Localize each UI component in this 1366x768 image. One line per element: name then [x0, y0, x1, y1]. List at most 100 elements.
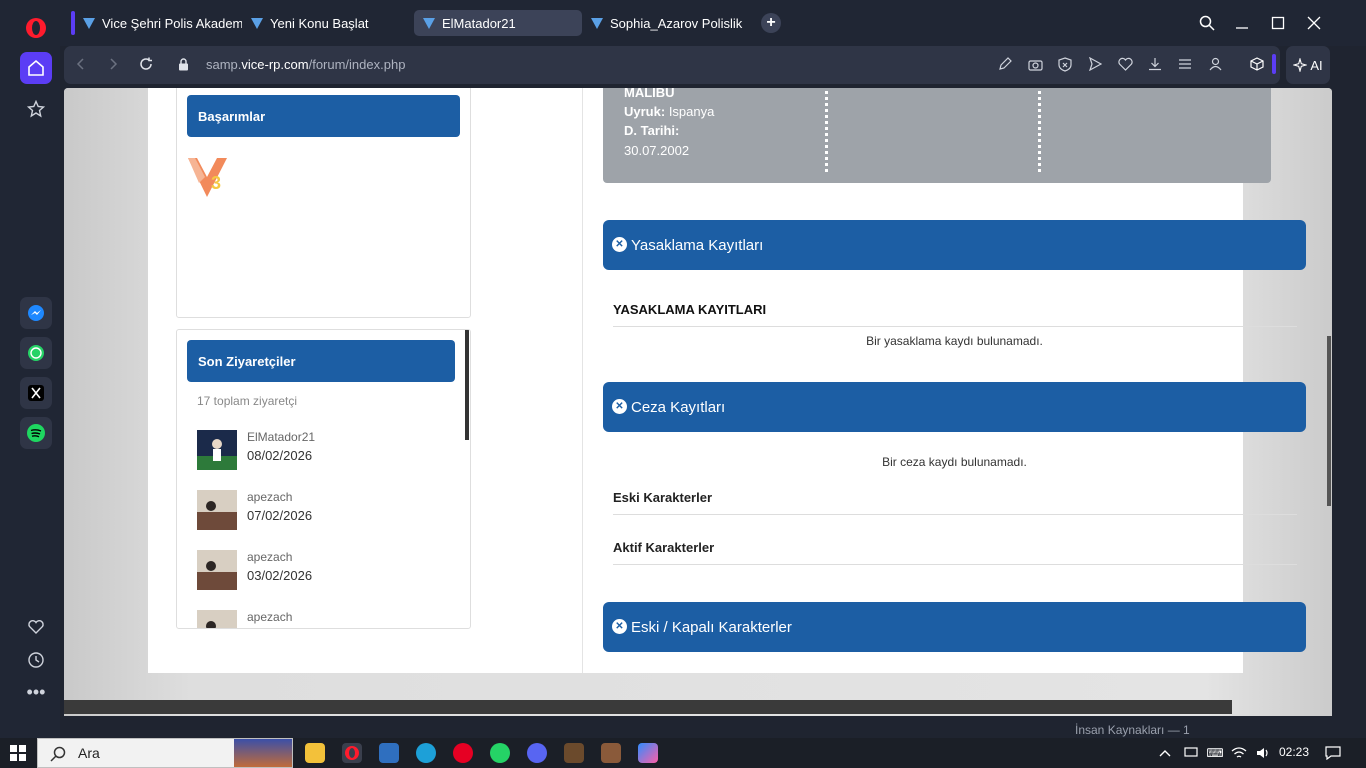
url-text[interactable]: samp.vice-rp.com/forum/index.php — [206, 57, 405, 72]
extensions-cube-icon[interactable] — [1248, 55, 1266, 73]
copilot-taskbar-icon[interactable] — [638, 743, 658, 763]
close-window-icon[interactable] — [1304, 13, 1324, 33]
tab-label: ElMatador21 — [442, 15, 516, 31]
spotify-icon[interactable] — [20, 417, 52, 449]
info-city: MALIBU — [624, 88, 675, 100]
minimize-icon[interactable] — [1232, 13, 1252, 33]
badge-number: 3 — [211, 173, 222, 193]
info-birth-value: 30.07.2002 — [624, 143, 690, 158]
lock-icon[interactable] — [175, 55, 191, 73]
accent-bar — [1272, 54, 1276, 74]
close-circle-icon[interactable]: ✕ — [612, 399, 627, 414]
achievement-badge[interactable]: 3 — [187, 157, 229, 199]
ban-records-header[interactable]: ✕ Yasaklama Kayıtları — [603, 220, 1306, 270]
discord-taskbar-icon[interactable] — [527, 743, 547, 763]
back-arrow-icon[interactable] — [72, 55, 90, 73]
download-icon[interactable] — [1146, 55, 1164, 73]
tab-bar: Vice Şehri Polis Akademisi Yeni Konu Baş… — [60, 0, 1366, 46]
recent-visitors-panel: Son Ziyaretçiler 17 toplam ziyaretçi ElM… — [176, 329, 471, 629]
closed-characters-title: Eski / Kapalı Karakterler — [631, 618, 792, 636]
achievements-header: Başarımlar — [187, 95, 460, 137]
penalty-records-title: Ceza Kayıtları — [631, 398, 726, 416]
adblock-shield-icon[interactable] — [1056, 55, 1074, 73]
maximize-icon[interactable] — [1268, 13, 1288, 33]
divider — [613, 564, 1297, 565]
taskbar-search[interactable]: Ara — [37, 738, 293, 768]
game-launcher-taskbar-icon[interactable] — [601, 743, 621, 763]
close-circle-icon[interactable]: ✕ — [612, 237, 627, 252]
history-clock-icon[interactable] — [20, 644, 52, 676]
volume-icon[interactable] — [1254, 744, 1272, 762]
vice-rp-favicon-icon — [251, 18, 263, 29]
game-taskbar-icon[interactable] — [564, 743, 584, 763]
easy-setup-icon[interactable] — [1176, 55, 1194, 73]
visit-date: 07/02/2026 — [247, 508, 313, 523]
sparkle-icon — [1293, 58, 1308, 72]
page-viewport: Başarımlar 3 Son Ziyaretçiler 17 toplam … — [64, 88, 1332, 716]
character-info-card: MALIBU Uyruk: Ispanya D. Tarihi: 30.07.2… — [603, 88, 1271, 183]
opera-taskbar-icon[interactable] — [342, 743, 362, 763]
opera-logo-icon[interactable] — [22, 14, 50, 42]
edge-taskbar-icon[interactable] — [416, 743, 436, 763]
heart-icon[interactable] — [20, 611, 52, 643]
close-circle-icon[interactable]: ✕ — [612, 619, 627, 634]
nationality-value: Ispanya — [668, 104, 715, 119]
search-tabs-icon[interactable] — [1197, 13, 1217, 33]
tab-police-academy[interactable]: Vice Şehri Polis Akademisi — [74, 10, 242, 36]
horizontal-scrollbar[interactable] — [64, 700, 1232, 714]
tray-display-icon[interactable] — [1182, 744, 1200, 762]
visitor-name[interactable]: apezach — [247, 610, 292, 624]
divider — [613, 514, 1297, 515]
pinterest-taskbar-icon[interactable] — [453, 743, 473, 763]
vice-rp-favicon-icon — [423, 18, 435, 29]
visitor-name[interactable]: ElMatador21 — [247, 430, 315, 444]
penalty-records-header[interactable]: ✕ Ceza Kayıtları — [603, 382, 1306, 432]
visitors-scrollbar[interactable] — [465, 330, 469, 440]
page-scrollbar[interactable] — [1327, 336, 1331, 506]
ban-records-table-header: YASAKLAMA KAYITLARI — [613, 302, 767, 317]
home-icon[interactable] — [20, 52, 52, 84]
new-tab-plus-icon[interactable]: + — [761, 13, 781, 33]
visitors-header: Son Ziyaretçiler — [187, 340, 455, 382]
visitor-name[interactable]: apezach — [247, 550, 292, 564]
tab-new-topic[interactable]: Yeni Konu Başlat — [242, 10, 412, 36]
x-twitter-icon[interactable] — [20, 377, 52, 409]
camera-icon[interactable] — [1026, 55, 1044, 73]
messenger-icon[interactable] — [20, 297, 52, 329]
send-icon[interactable] — [1086, 55, 1104, 73]
app-taskbar-icon[interactable] — [379, 743, 399, 763]
tab-label: Vice Şehri Polis Akademisi — [102, 15, 242, 31]
avatar — [197, 550, 237, 590]
visit-date: 03/02/2026 — [247, 568, 313, 583]
clock-time[interactable]: 02:23 — [1279, 745, 1309, 759]
forward-arrow-icon[interactable] — [104, 55, 122, 73]
tab-elmatador21[interactable]: ElMatador21 — [414, 10, 582, 36]
reload-icon[interactable] — [137, 55, 155, 73]
closed-characters-header[interactable]: ✕ Eski / Kapalı Karakterler — [603, 602, 1306, 652]
notification-icon[interactable] — [1323, 744, 1343, 762]
favorite-heart-icon[interactable] — [1116, 55, 1134, 73]
old-characters-label[interactable]: Eski Karakterler — [613, 490, 712, 505]
visitor-name[interactable]: apezach — [247, 490, 292, 504]
aria-ai-button[interactable]: AI — [1286, 46, 1330, 84]
tab-sophia-azarov[interactable]: Sophia_Azarov Polislik Baş — [582, 10, 746, 36]
ban-records-title: Yasaklama Kayıtları — [631, 236, 764, 254]
tab-label: Sophia_Azarov Polislik Baş — [610, 15, 746, 31]
column-divider — [582, 88, 583, 673]
active-characters-label[interactable]: Aktif Karakterler — [613, 540, 714, 555]
tray-ime-icon[interactable]: ⌨ — [1206, 744, 1224, 762]
star-icon[interactable] — [20, 93, 52, 125]
whatsapp-taskbar-icon[interactable] — [490, 743, 510, 763]
wifi-icon[interactable] — [1230, 744, 1248, 762]
tray-chevron-up-icon[interactable] — [1156, 744, 1174, 762]
v-badge-icon — [188, 158, 227, 197]
profile-icon[interactable] — [1206, 55, 1224, 73]
edit-icon[interactable] — [996, 55, 1014, 73]
avatar — [197, 490, 237, 530]
file-explorer-icon[interactable] — [305, 743, 325, 763]
info-divider — [1038, 88, 1041, 172]
more-dots-icon[interactable]: ••• — [20, 676, 52, 708]
windows-start-icon[interactable] — [9, 744, 27, 762]
whatsapp-icon[interactable] — [20, 337, 52, 369]
info-divider — [825, 88, 828, 172]
